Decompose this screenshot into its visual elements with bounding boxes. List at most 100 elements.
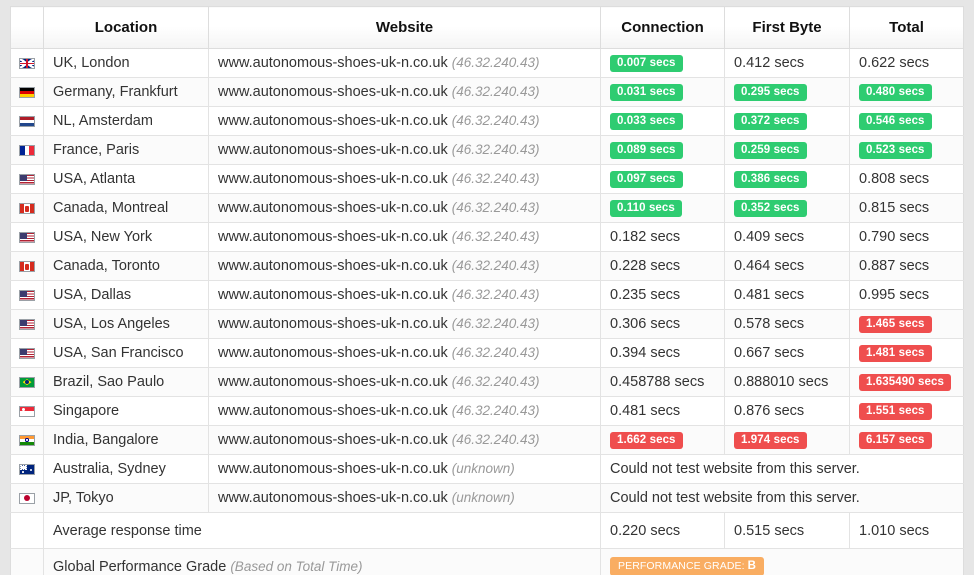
global-performance-grade-row: Global Performance Grade (Based on Total… [10, 548, 964, 575]
location-name: France, Paris [43, 135, 209, 165]
table-row: France, Paris www.autonomous-shoes-uk-n.c… [10, 135, 964, 165]
first-byte-time: 0.259 secs [724, 135, 850, 165]
website-url[interactable]: www.autonomous-shoes-uk-n.co.uk (46.32.2… [208, 135, 601, 165]
table-row: USA, San Francisco www.autonomous-shoes-u… [10, 338, 964, 368]
connection-time: 0.007 secs [600, 48, 725, 78]
table-row: USA, New York www.autonomous-shoes-uk-n.c… [10, 222, 964, 252]
location-flag-cell [10, 338, 44, 368]
connection-time: 0.458788 secs [600, 367, 725, 397]
germany-flag-icon [19, 86, 35, 98]
speed-test-results-table: Location Website Connection First Byte T… [10, 6, 964, 575]
website-url[interactable]: www.autonomous-shoes-uk-n.co.uk (46.32.2… [208, 106, 601, 136]
website-url[interactable]: www.autonomous-shoes-uk-n.co.uk (46.32.2… [208, 367, 601, 397]
total-time: 0.808 secs [849, 164, 964, 194]
table-row: USA, Atlanta www.autonomous-shoes-uk-n.co… [10, 164, 964, 194]
website-url[interactable]: www.autonomous-shoes-uk-n.co.uk (46.32.2… [208, 251, 601, 281]
website-url[interactable]: www.autonomous-shoes-uk-n.co.uk (46.32.2… [208, 280, 601, 310]
website-url[interactable]: www.autonomous-shoes-uk-n.co.uk (46.32.2… [208, 164, 601, 194]
table-body: UK, London www.autonomous-shoes-uk-n.co.u… [10, 48, 964, 575]
location-flag-cell [10, 222, 44, 252]
website-ip: (unknown) [451, 461, 515, 476]
location-flag-cell [10, 48, 44, 78]
website-ip: (46.32.240.43) [451, 84, 540, 99]
location-flag-cell [10, 396, 44, 426]
website-ip: (46.32.240.43) [451, 113, 540, 128]
connection-time-badge: 1.662 secs [610, 431, 683, 450]
location-flag-cell [10, 309, 44, 339]
connection-time: 0.306 secs [600, 309, 725, 339]
connection-time: 0.394 secs [600, 338, 725, 368]
total-time-badge: 1.551 secs [859, 402, 932, 421]
netherlands-flag-icon [19, 115, 35, 127]
location-flag-cell [10, 280, 44, 310]
column-header-connection[interactable]: Connection [600, 6, 725, 49]
table-row: UK, London www.autonomous-shoes-uk-n.co.u… [10, 48, 964, 78]
first-byte-time: 0.352 secs [724, 193, 850, 223]
total-time: 0.790 secs [849, 222, 964, 252]
performance-grade-badge: PERFORMANCE GRADE: B [610, 556, 765, 575]
website-url[interactable]: www.autonomous-shoes-uk-n.co.uk (46.32.2… [208, 48, 601, 78]
location-name: JP, Tokyo [43, 483, 209, 513]
website-ip: (unknown) [451, 490, 515, 505]
location-name: NL, Amsterdam [43, 106, 209, 136]
first-byte-time: 0.295 secs [724, 77, 850, 107]
location-name: Canada, Toronto [43, 251, 209, 281]
table-row: USA, Dallas www.autonomous-shoes-uk-n.co.… [10, 280, 964, 310]
first-byte-time-badge: 0.259 secs [734, 141, 807, 160]
total-time: 0.622 secs [849, 48, 964, 78]
column-header-total[interactable]: Total [849, 6, 964, 49]
first-byte-time: 0.876 secs [724, 396, 850, 426]
website-ip: (46.32.240.43) [451, 374, 540, 389]
column-header-first-byte[interactable]: First Byte [724, 6, 850, 49]
website-url[interactable]: www.autonomous-shoes-uk-n.co.uk (46.32.2… [208, 193, 601, 223]
website-url[interactable]: www.autonomous-shoes-uk-n.co.uk (46.32.2… [208, 309, 601, 339]
website-ip: (46.32.240.43) [451, 258, 540, 273]
australia-flag-icon [19, 463, 35, 475]
website-url[interactable]: www.autonomous-shoes-uk-n.co.uk (46.32.2… [208, 425, 601, 455]
first-byte-time: 0.578 secs [724, 309, 850, 339]
first-byte-time: 0.386 secs [724, 164, 850, 194]
location-flag-cell [10, 454, 44, 484]
table-row: Brazil, Sao Paulo www.autonomous-shoes-uk… [10, 367, 964, 397]
website-url[interactable]: www.autonomous-shoes-uk-n.co.uk (46.32.2… [208, 77, 601, 107]
total-time: 0.815 secs [849, 193, 964, 223]
location-name: USA, San Francisco [43, 338, 209, 368]
error-message: Could not test website from this server. [600, 454, 964, 484]
error-message: Could not test website from this server. [600, 483, 964, 513]
table-row: NL, Amsterdam www.autonomous-shoes-uk-n.c… [10, 106, 964, 136]
total-time-badge: 0.480 secs [859, 83, 932, 102]
total-time: 0.546 secs [849, 106, 964, 136]
total-time-badge: 1.481 secs [859, 344, 932, 363]
location-flag-cell [10, 164, 44, 194]
location-name: USA, Los Angeles [43, 309, 209, 339]
location-name: Germany, Frankfurt [43, 77, 209, 107]
total-time-badge: 0.523 secs [859, 141, 932, 160]
website-url[interactable]: www.autonomous-shoes-uk-n.co.uk (unknown… [208, 483, 601, 513]
location-name: Canada, Montreal [43, 193, 209, 223]
performance-grade-cell: PERFORMANCE GRADE: B [600, 548, 964, 575]
first-byte-time-badge: 0.352 secs [734, 199, 807, 218]
location-name: UK, London [43, 48, 209, 78]
connection-time: 0.033 secs [600, 106, 725, 136]
location-flag-cell [10, 135, 44, 165]
first-byte-time: 0.888010 secs [724, 367, 850, 397]
header-row: Location Website Connection First Byte T… [10, 6, 964, 49]
location-name: India, Bangalore [43, 425, 209, 455]
column-header-website[interactable]: Website [208, 6, 601, 49]
average-connection-time: 0.220 secs [600, 512, 725, 549]
location-flag-cell [10, 106, 44, 136]
column-header-location[interactable]: Location [43, 6, 209, 49]
website-url[interactable]: www.autonomous-shoes-uk-n.co.uk (46.32.2… [208, 222, 601, 252]
singapore-flag-icon [19, 405, 35, 417]
average-response-label: Average response time [43, 512, 601, 549]
first-byte-time: 0.481 secs [724, 280, 850, 310]
website-url[interactable]: www.autonomous-shoes-uk-n.co.uk (unknown… [208, 454, 601, 484]
total-time: 0.995 secs [849, 280, 964, 310]
location-flag-cell [10, 251, 44, 281]
page-container: Location Website Connection First Byte T… [0, 0, 974, 575]
website-url[interactable]: www.autonomous-shoes-uk-n.co.uk (46.32.2… [208, 396, 601, 426]
website-ip: (46.32.240.43) [451, 287, 540, 302]
table-row: Australia, Sydney www.autonomous-shoes-uk… [10, 454, 964, 484]
website-url[interactable]: www.autonomous-shoes-uk-n.co.uk (46.32.2… [208, 338, 601, 368]
average-response-row: Average response time 0.220 secs 0.515 sec… [10, 512, 964, 549]
